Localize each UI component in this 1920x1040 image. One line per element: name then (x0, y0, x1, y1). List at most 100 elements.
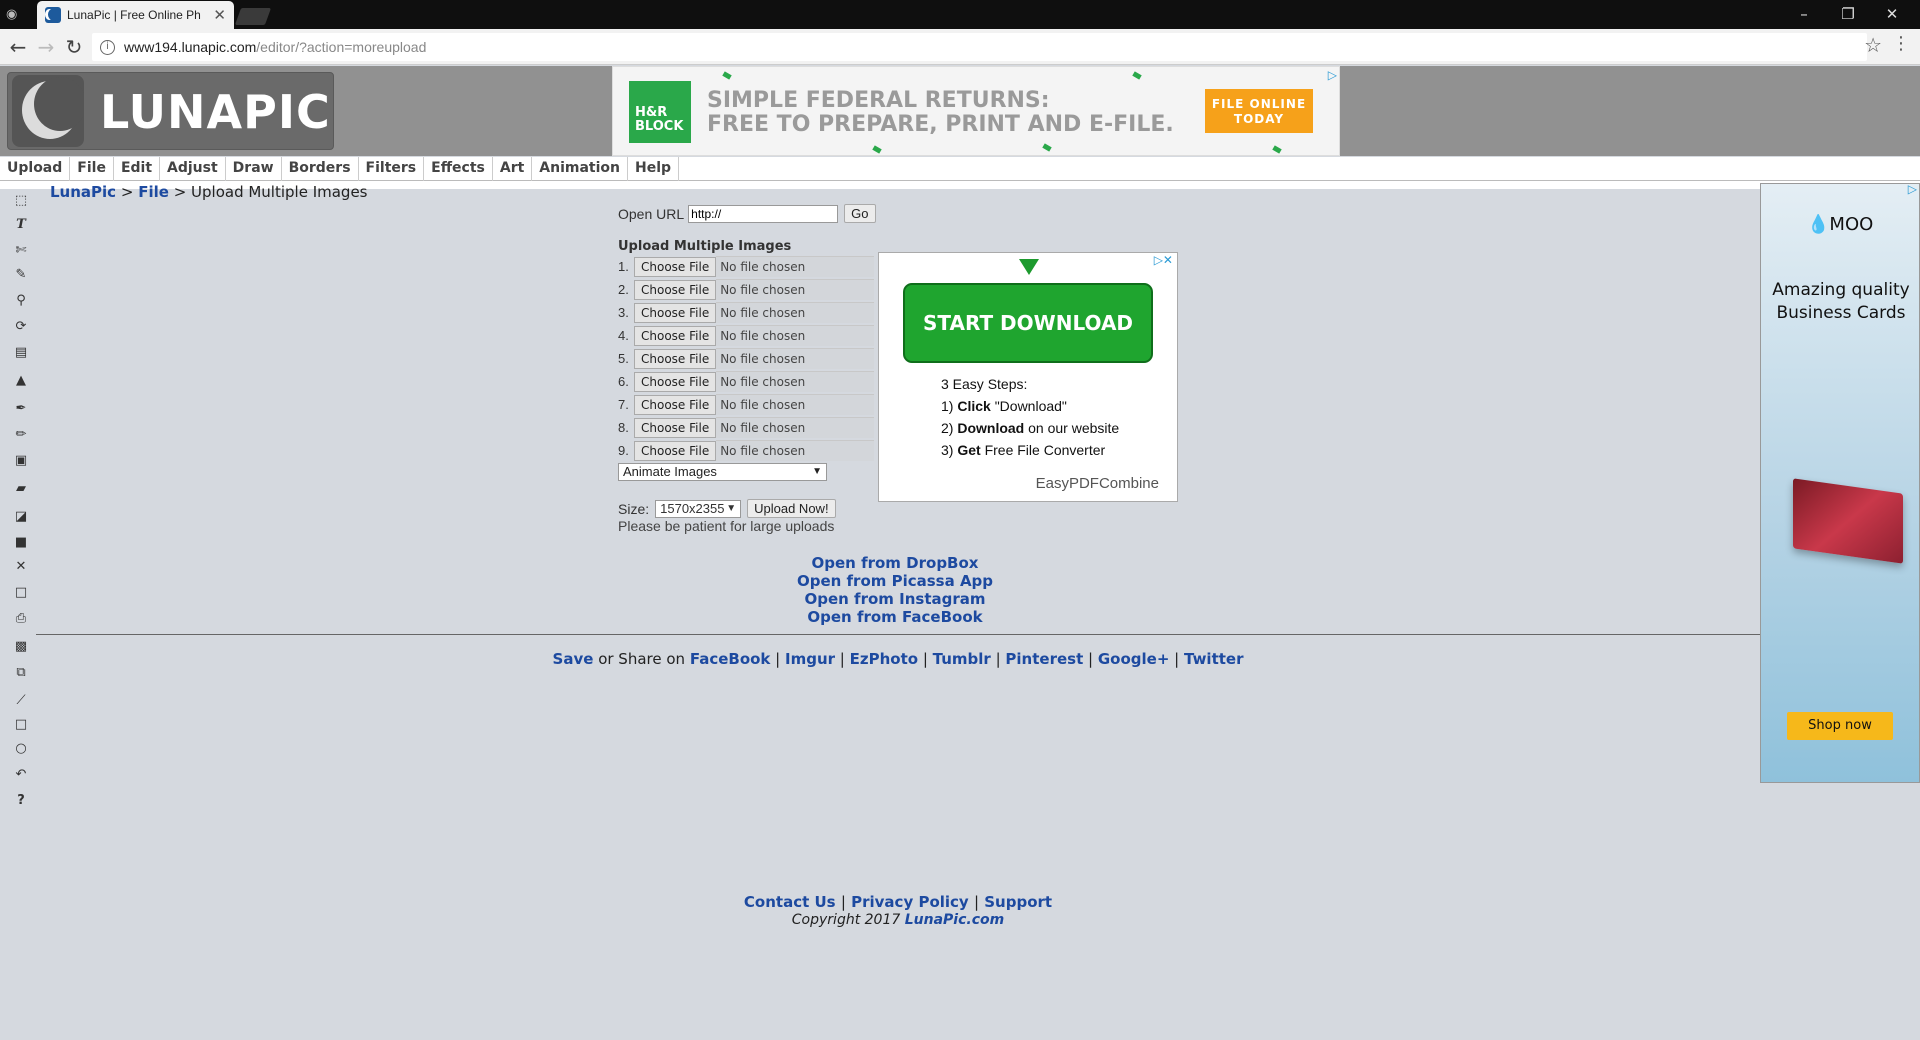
menu-upload[interactable]: Upload (0, 157, 71, 181)
choose-file-button[interactable]: Choose File (634, 417, 717, 438)
browser-tab[interactable]: LunaPic | Free Online Ph ✕ (37, 1, 234, 29)
breadcrumb-file-link[interactable]: File (138, 183, 169, 201)
select-tool-icon[interactable]: ⬚ (12, 192, 30, 210)
footer-separator: | (840, 893, 846, 911)
back-arrow-icon[interactable]: ← (6, 35, 30, 59)
restore-icon[interactable]: ❐ (1826, 2, 1870, 26)
breadcrumb: LunaPic > File > Upload Multiple Images (50, 183, 368, 201)
adchoices-icon[interactable]: ▷ (1328, 68, 1337, 82)
menu-art[interactable]: Art (493, 157, 533, 181)
bookmark-star-icon[interactable]: ☆ (1864, 33, 1882, 57)
choose-file-button[interactable]: Choose File (634, 325, 717, 346)
go-button[interactable]: Go (844, 204, 876, 223)
choose-file-button[interactable]: Choose File (634, 302, 717, 323)
close-x-icon[interactable]: ✕ (12, 558, 30, 576)
forward-arrow-icon[interactable]: → (34, 35, 58, 59)
zoom-icon[interactable]: ⚲ (12, 292, 30, 310)
share-pinterest-link[interactable]: Pinterest (1005, 650, 1083, 668)
browser-menu-icon[interactable]: ⋮ (1892, 35, 1910, 53)
pencil-icon[interactable]: ✎ (12, 266, 30, 284)
no-file-chosen-text: No file chosen (716, 394, 874, 415)
share-facebook-link[interactable]: FaceBook (690, 650, 771, 668)
choose-file-button[interactable]: Choose File (634, 256, 717, 277)
menu-help[interactable]: Help (628, 157, 680, 181)
moo-sidebar-ad[interactable]: 💧MOO Amazing quality Business Cards Shop… (1760, 182, 1920, 783)
eyedropper-icon[interactable]: ✒ (12, 400, 30, 418)
window-close-icon[interactable]: ✕ (1870, 2, 1914, 26)
tab-close-icon[interactable]: ✕ (213, 6, 226, 24)
animate-images-select[interactable]: Animate Images ▼ (618, 463, 827, 481)
contact-us-link[interactable]: Contact Us (744, 893, 836, 911)
breadcrumb-home-link[interactable]: LunaPic (50, 183, 116, 201)
top-banner-ad[interactable]: H&R BLOCK SIMPLE FEDERAL RETURNS: FREE T… (612, 66, 1340, 156)
share-tumblr-link[interactable]: Tumblr (933, 650, 991, 668)
menu-filters[interactable]: Filters (359, 157, 425, 181)
text-tool-icon[interactable]: T (12, 216, 30, 234)
size-select[interactable]: 1570x2355 ▼ (655, 499, 742, 518)
menu-edit[interactable]: Edit (114, 157, 161, 181)
save-link[interactable]: Save (553, 650, 594, 668)
brush-icon[interactable]: ✏ (12, 426, 30, 444)
choose-file-button[interactable]: Choose File (634, 440, 717, 461)
menu-borders[interactable]: Borders (282, 157, 359, 181)
file-online-button[interactable]: FILE ONLINE TODAY (1205, 89, 1313, 133)
new-tab-button[interactable] (234, 8, 272, 25)
lunapic-logo[interactable]: LUNAPIC (7, 72, 334, 150)
open-from-instagram-link[interactable]: Open from Instagram (760, 590, 1030, 608)
open-url-input[interactable] (688, 204, 839, 223)
upload-multiple-title: Upload Multiple Images (618, 239, 792, 254)
support-link[interactable]: Support (984, 893, 1052, 911)
start-download-button[interactable]: START DOWNLOAD (903, 283, 1153, 363)
rectangle-tool-icon[interactable]: □ (12, 716, 30, 734)
share-ezphoto-link[interactable]: EzPhoto (850, 650, 918, 668)
file-row: 5. Choose File No file chosen (618, 347, 874, 370)
no-file-chosen-text: No file chosen (716, 348, 874, 369)
size-row: Size: 1570x2355 ▼ Upload Now! (618, 499, 836, 518)
rotate-icon[interactable]: ⟳ (12, 318, 30, 336)
site-info-icon[interactable]: i (100, 39, 115, 55)
url-field[interactable]: i www194.lunapic.com /editor/?action=mor… (92, 33, 1867, 61)
open-from-facebook-link[interactable]: Open from FaceBook (760, 608, 1030, 626)
line-tool-icon[interactable]: ⟋ (12, 692, 30, 710)
share-imgur-link[interactable]: Imgur (785, 650, 835, 668)
layers-icon[interactable]: ▤ (12, 344, 30, 362)
download-ad[interactable]: START DOWNLOAD 3 Easy Steps: 1) Click "D… (878, 252, 1178, 502)
menu-animation[interactable]: Animation (532, 157, 629, 181)
paint-bucket-icon[interactable]: ▲ (12, 372, 30, 390)
ad-close-icon[interactable]: ▷✕ (1154, 253, 1173, 267)
choose-file-button[interactable]: Choose File (634, 371, 717, 392)
open-from-dropbox-link[interactable]: Open from DropBox (760, 554, 1030, 572)
menu-effects[interactable]: Effects (424, 157, 493, 181)
circle-tool-icon[interactable]: ○ (12, 740, 30, 758)
choose-file-button[interactable]: Choose File (634, 394, 717, 415)
print-icon[interactable]: ⎙ (12, 610, 30, 628)
copy-icon[interactable]: ⧉ (12, 664, 30, 682)
eraser-icon[interactable]: ▰ (12, 480, 30, 498)
image-icon[interactable]: ▣ (12, 452, 30, 470)
upload-now-button[interactable]: Upload Now! (747, 499, 836, 518)
scissors-icon[interactable]: ✄ (12, 242, 30, 260)
minimize-icon[interactable]: – (1782, 2, 1826, 26)
adchoices-icon[interactable]: ▷ (1908, 182, 1917, 196)
save-disk-icon[interactable]: ■ (12, 534, 30, 552)
menu-draw[interactable]: Draw (226, 157, 282, 181)
shop-now-button[interactable]: Shop now (1787, 712, 1893, 740)
new-page-icon[interactable]: □ (12, 584, 30, 602)
reload-icon[interactable]: ↻ (62, 35, 86, 59)
no-file-chosen-text: No file chosen (716, 371, 874, 392)
open-folder-icon[interactable]: ◪ (12, 508, 30, 526)
footer-links: Contact Us | Privacy Policy | Support (36, 893, 1760, 911)
paste-icon[interactable]: ▩ (12, 638, 30, 656)
file-row-number: 1. (618, 259, 629, 274)
open-from-picassa-link[interactable]: Open from Picassa App (760, 572, 1030, 590)
undo-icon[interactable]: ↶ (12, 766, 30, 784)
choose-file-button[interactable]: Choose File (634, 279, 717, 300)
menu-adjust[interactable]: Adjust (160, 157, 226, 181)
privacy-policy-link[interactable]: Privacy Policy (851, 893, 969, 911)
share-googleplus-link[interactable]: Google+ (1098, 650, 1170, 668)
lunapic-home-link[interactable]: LunaPic.com (905, 912, 1004, 928)
share-twitter-link[interactable]: Twitter (1184, 650, 1244, 668)
menu-file[interactable]: File (70, 157, 114, 181)
choose-file-button[interactable]: Choose File (634, 348, 717, 369)
help-icon[interactable]: ? (12, 792, 30, 810)
